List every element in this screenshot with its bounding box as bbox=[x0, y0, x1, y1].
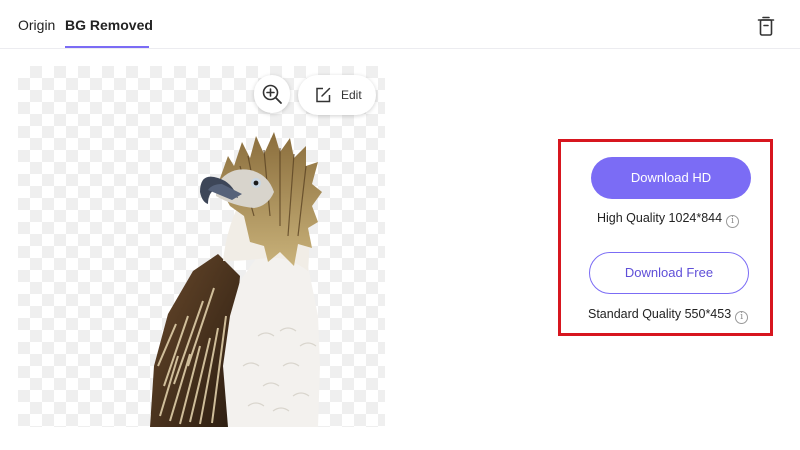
info-icon[interactable]: i bbox=[735, 311, 749, 324]
result-preview bbox=[18, 66, 385, 427]
zoom-in-button[interactable] bbox=[254, 75, 290, 113]
top-bar: Origin BG Removed bbox=[0, 0, 800, 49]
info-icon[interactable]: i bbox=[726, 215, 740, 228]
tab-origin[interactable]: Origin bbox=[18, 16, 55, 34]
edit-label: Edit bbox=[341, 88, 362, 102]
edit-button[interactable]: Edit bbox=[298, 75, 376, 115]
free-quality-label: Standard Quality 550*453 bbox=[588, 307, 732, 321]
eagle-cutout-image bbox=[150, 132, 322, 427]
download-hd-button[interactable]: Download HD bbox=[591, 157, 751, 199]
trash-icon[interactable] bbox=[757, 15, 775, 37]
hd-quality-text: High Quality 1024*844 i bbox=[597, 211, 740, 228]
download-free-button[interactable]: Download Free bbox=[589, 252, 749, 294]
download-options-panel: Download HD High Quality 1024*844 i Downl… bbox=[558, 139, 773, 336]
zoom-in-icon bbox=[262, 84, 282, 104]
free-quality-text: Standard Quality 550*453 i bbox=[588, 307, 749, 324]
edit-icon bbox=[316, 87, 331, 103]
active-tab-indicator bbox=[65, 46, 149, 48]
hd-quality-label: High Quality 1024*844 bbox=[597, 211, 723, 225]
tab-bg-removed[interactable]: BG Removed bbox=[65, 16, 153, 34]
